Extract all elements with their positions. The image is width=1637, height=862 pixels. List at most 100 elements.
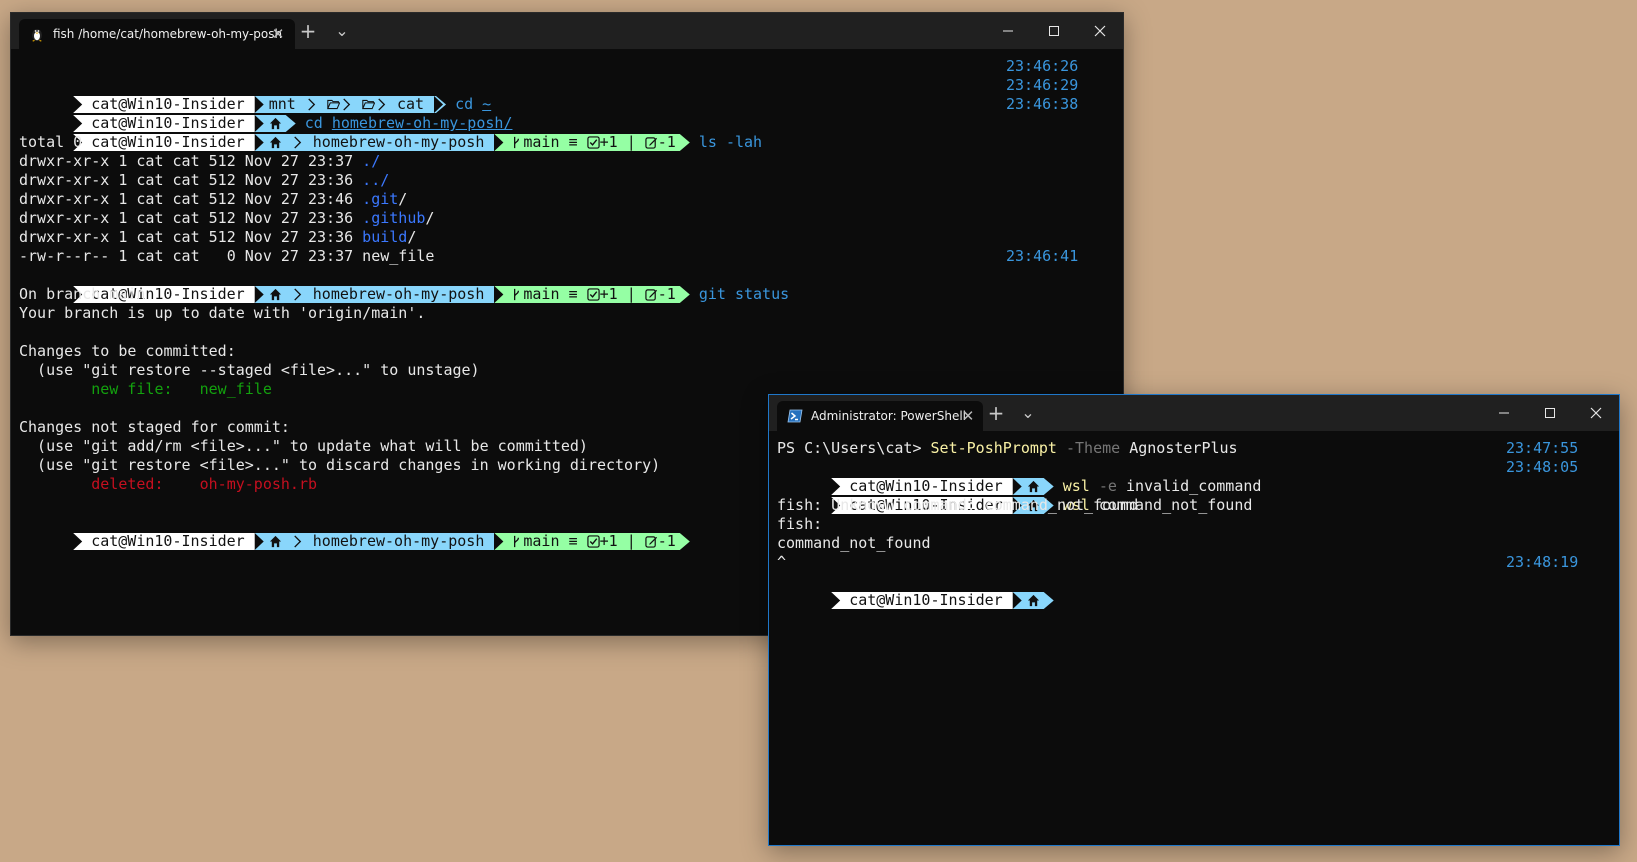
ls-name: ../ (362, 171, 390, 189)
ls-name: new_file (362, 247, 435, 265)
ls-name: build (362, 228, 408, 246)
output-line: deleted: oh-my-posh.rb (19, 475, 317, 494)
new-tab-button[interactable]: + (293, 13, 323, 49)
tab-title: Administrator: PowerShell (811, 409, 967, 423)
title-bar[interactable]: Administrator: PowerShell ✕ + ⌄ (769, 395, 1619, 431)
command-text: ls (698, 133, 717, 151)
tab-close-button[interactable]: ✕ (267, 19, 289, 49)
git-modified-count: -1 (657, 133, 676, 151)
prompt-line: cat@Win10-Insider homebrew-oh-my-posh mai… (19, 114, 762, 151)
prompt-line: cat@Win10-Insider (777, 572, 1054, 609)
ps-prompt-line: PS C:\Users\cat> Set-PoshPrompt -Theme A… (777, 439, 1238, 458)
edit-icon (645, 288, 658, 301)
prompt-user-segment: cat@Win10-Insider (831, 592, 1013, 609)
minimize-button[interactable] (985, 13, 1031, 49)
chevron-right-icon (294, 136, 301, 149)
output-line: (use "git add/rm <file>..." to update wh… (19, 437, 588, 455)
git-staged-count: +1 (599, 133, 618, 151)
git-modified-count: -1 (657, 532, 676, 550)
home-icon (269, 535, 281, 548)
close-icon (1094, 25, 1106, 37)
ls-suffix: / (425, 209, 435, 227)
ls-row: drwxr-xr-x 1 cat cat 512 Nov 27 23:36 bu… (19, 228, 416, 247)
prompt-path-segment: homebrew-oh-my-posh (254, 285, 495, 303)
powershell-terminal-window[interactable]: Administrator: PowerShell ✕ + ⌄ 23:47:55… (768, 394, 1620, 846)
terminal-output[interactable]: 23:47:55 23:48:05 23:48:19 PS C:\Users\c… (769, 431, 1619, 845)
tab-powershell[interactable]: Administrator: PowerShell ✕ (777, 401, 983, 431)
new-file-label: new file: (19, 380, 200, 398)
close-button[interactable] (1573, 395, 1619, 431)
output-line: On branch main (19, 285, 146, 303)
right-timestamp: 23:46:29 (1006, 76, 1079, 94)
tab-dropdown-button[interactable]: ⌄ (327, 13, 357, 49)
command-arg: -lah (725, 133, 763, 151)
ls-meta: drwxr-xr-x 1 cat cat 512 Nov 27 23:36 (19, 209, 363, 227)
ls-row: drwxr-xr-x 1 cat cat 512 Nov 27 23:36 ..… (19, 171, 389, 190)
new-tab-button[interactable]: + (981, 395, 1011, 431)
git-branch: main ≡ (523, 133, 578, 151)
git-separator: | (626, 285, 636, 303)
ls-meta: drwxr-xr-x 1 cat cat 512 Nov 27 23:46 (19, 190, 363, 208)
prompt-path-segment: homebrew-oh-my-posh (254, 533, 495, 550)
ls-row: drwxr-xr-x 1 cat cat 512 Nov 27 23:36 .g… (19, 209, 434, 228)
git-branch-icon (510, 288, 523, 301)
prompt-line: cat@Win10-Insider wsl command_not_found (777, 477, 1252, 514)
git-staged-count: +1 (599, 532, 618, 550)
minimize-button[interactable] (1481, 395, 1527, 431)
check-square-icon (587, 535, 600, 548)
prompt-git-segment: main ≡ +1 | -1 (494, 533, 689, 550)
ls-name: .git (362, 190, 399, 208)
tab-close-button[interactable]: ✕ (957, 401, 979, 431)
chevron-right-icon (294, 288, 301, 301)
edit-icon (645, 535, 658, 548)
maximize-icon (1545, 408, 1555, 418)
prompt-line: cat@Win10-Insider cd homebrew-oh-my-posh… (19, 95, 512, 132)
git-branch-icon (510, 136, 523, 149)
output-line: (use "git restore --staged <file>..." to… (19, 361, 480, 379)
deleted-label: deleted: (19, 475, 200, 493)
close-button[interactable] (1077, 13, 1123, 49)
output-line: Changes not staged for commit: (19, 418, 290, 436)
output-line: (use "git restore <file>..." to discard … (19, 456, 661, 474)
ps-command: Set-PoshPrompt (930, 439, 1057, 457)
check-square-icon (587, 136, 600, 149)
home-icon (269, 136, 281, 149)
prompt-user-segment: cat@Win10-Insider (73, 533, 255, 550)
git-branch-icon (510, 535, 523, 548)
ps-value: AgnosterPlus (1120, 439, 1238, 457)
ps-prompt: PS C:\Users\cat> (777, 439, 931, 457)
tab-dropdown-button[interactable]: ⌄ (1013, 395, 1043, 431)
output-line: fish: Unknown command: command_not_found (777, 496, 1139, 514)
edit-icon (645, 136, 658, 149)
prompt-path-segment (1013, 592, 1054, 609)
maximize-button[interactable] (1527, 395, 1573, 431)
ls-name: ./ (362, 152, 381, 170)
new-file-name: new_file (199, 380, 272, 398)
tab-title: fish /home/cat/homebrew-oh-my-posh (53, 27, 283, 41)
ls-row: drwxr-xr-x 1 cat cat 512 Nov 27 23:37 ./ (19, 152, 380, 171)
prompt-user-segment: cat@Win10-Insider (73, 134, 255, 151)
output-line: command_not_found (777, 534, 931, 552)
minimize-icon (1003, 30, 1013, 32)
path-part: homebrew-oh-my-posh (312, 285, 485, 303)
prompt-git-segment: main ≡ +1 | -1 (494, 134, 689, 151)
ps-parameter: -Theme (1056, 439, 1121, 457)
right-timestamp: 23:48:05 (1506, 458, 1579, 476)
prompt-git-segment: main ≡ +1 | -1 (494, 286, 689, 303)
prompt-line: cat@Win10-Insider homebrew-oh-my-posh mai… (19, 513, 690, 550)
prompt-line: cat@Win10-Insider wsl -e invalid_command (777, 458, 1261, 495)
git-separator: | (626, 133, 636, 151)
git-branch: main ≡ (523, 532, 578, 550)
ls-meta: -rw-r--r-- 1 cat cat 0 Nov 27 23:37 (19, 247, 363, 265)
maximize-button[interactable] (1031, 13, 1077, 49)
tab-fish[interactable]: fish /home/cat/homebrew-oh-my-posh ✕ (19, 19, 295, 49)
right-timestamp: 23:46:26 (1006, 57, 1079, 75)
title-bar[interactable]: fish /home/cat/homebrew-oh-my-posh ✕ + ⌄ (11, 13, 1123, 49)
home-icon (269, 288, 281, 301)
output-line: fish: (777, 515, 823, 533)
ls-suffix: / (398, 190, 408, 208)
right-timestamp: 23:46:41 (1006, 247, 1079, 265)
command-arg: status (734, 285, 790, 303)
powershell-icon (787, 409, 803, 423)
ls-name: .github (362, 209, 426, 227)
